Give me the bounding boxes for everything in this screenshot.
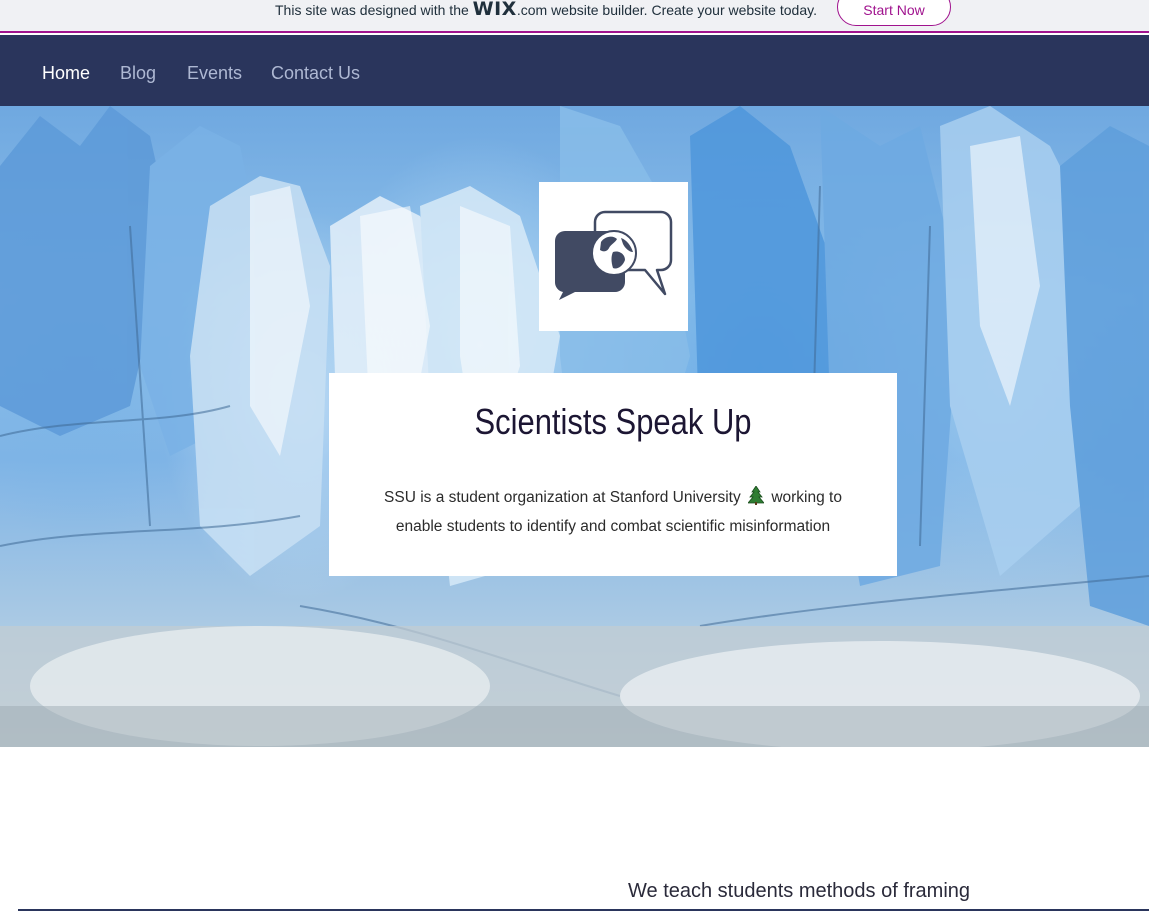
wix-promo-banner: This site was designed with the WIX.com … — [0, 0, 1149, 33]
intro-description: SSU is a student organization at Stanfor… — [363, 483, 863, 541]
intro-description-text-before: SSU is a student organization at Stanfor… — [384, 489, 741, 506]
site-nav: Home Blog Events Contact Us — [0, 35, 1149, 106]
intro-card: Scientists Speak Up SSU is a student org… — [329, 373, 897, 576]
start-now-button[interactable]: Start Now — [837, 0, 951, 26]
wix-promo-text-after: .com website builder. Create your websit… — [516, 2, 817, 18]
nav-item-events[interactable]: Events — [187, 63, 242, 84]
nav-item-home[interactable]: Home — [42, 63, 90, 84]
wix-logo[interactable]: WIX — [473, 0, 517, 20]
wix-promo-text-before: This site was designed with the — [275, 2, 469, 18]
speech-bubbles-globe-icon — [554, 210, 673, 300]
nav-item-contact-us[interactable]: Contact Us — [271, 63, 360, 84]
page-title: Scientists Speak Up — [474, 401, 752, 442]
section-teaser-text: We teach students methods of framing — [628, 880, 971, 902]
ssu-logo — [539, 182, 688, 331]
wix-promo-text: This site was designed with the WIX.com … — [275, 0, 817, 20]
tree-icon — [748, 486, 765, 505]
nav-item-blog[interactable]: Blog — [120, 63, 156, 84]
